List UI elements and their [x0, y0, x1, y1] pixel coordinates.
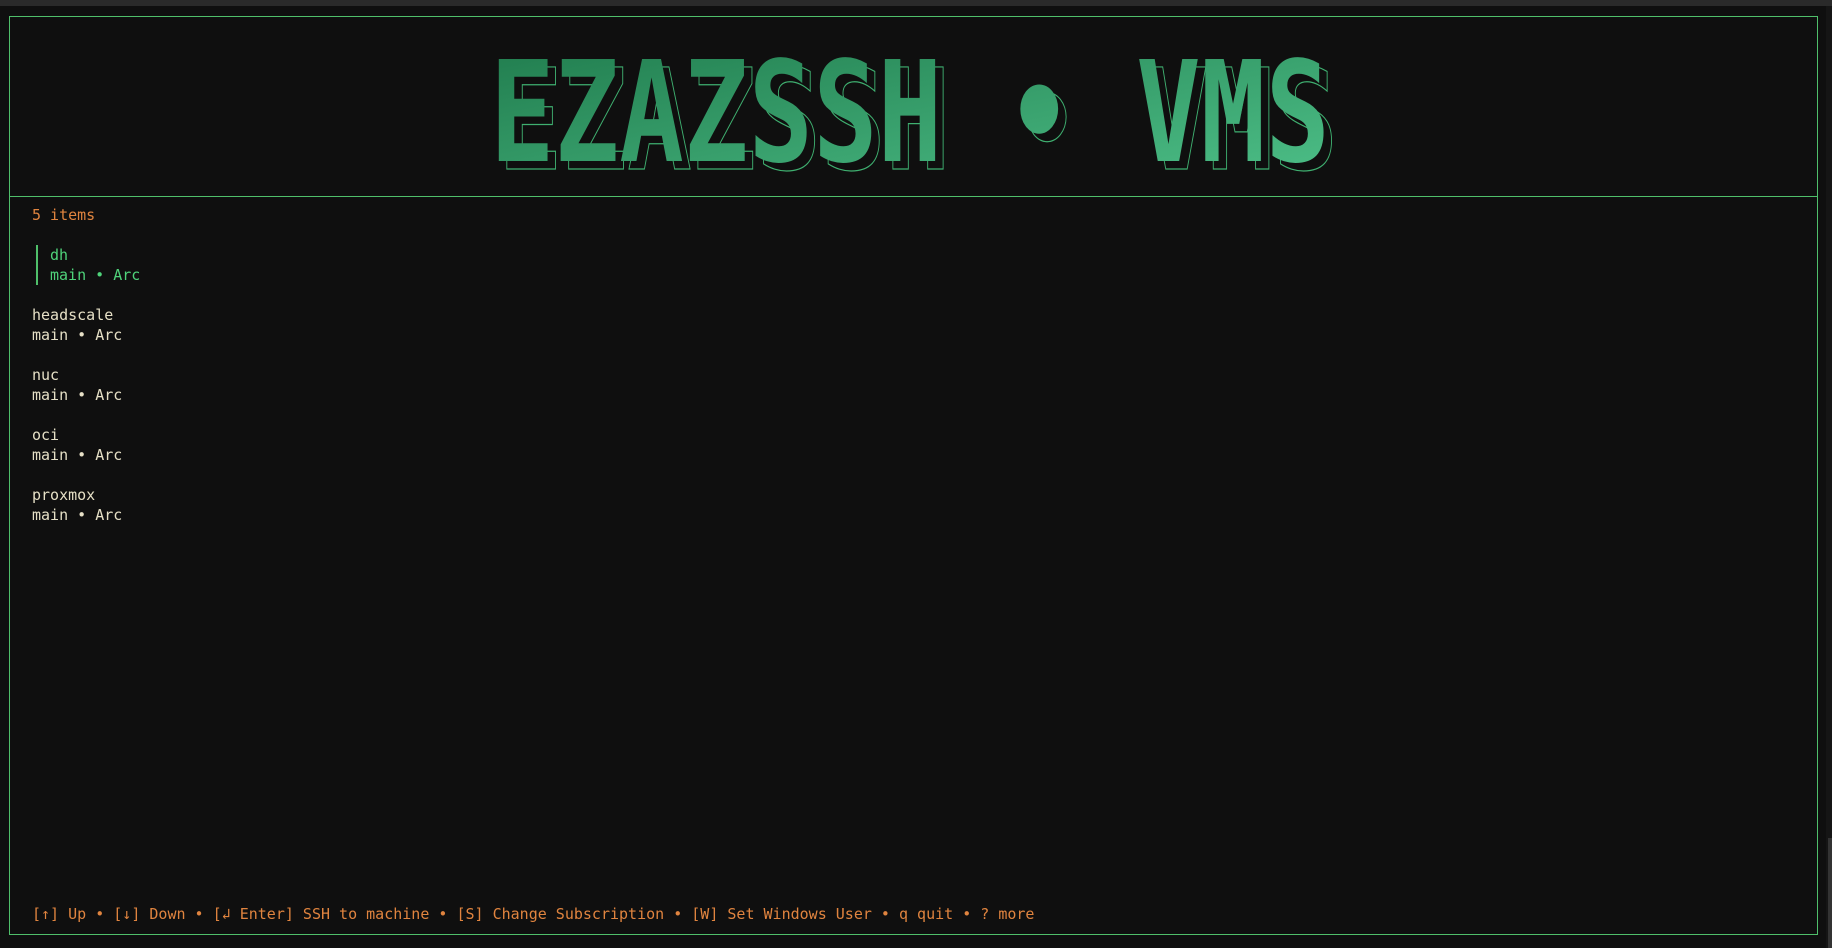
item-detail: main • Arc	[32, 506, 123, 524]
app-frame: EZAZSSH • VMS EZAZSSH • VMS 5 items dh m…	[9, 16, 1818, 935]
help-windows-user: [W] Set Windows User	[691, 905, 872, 923]
help-down: [↓] Down	[113, 905, 186, 923]
item-name: proxmox	[32, 486, 96, 504]
item-detail: main • Arc	[32, 386, 123, 404]
item-name: headscale	[32, 306, 114, 324]
list-item-proxmox[interactable]: proxmox main • Arc	[32, 485, 1817, 525]
separator: •	[664, 905, 692, 923]
list-item-dh[interactable]: dh main • Arc	[36, 245, 1817, 285]
help-more: ? more	[980, 905, 1035, 923]
keybinding-help: [↑] Up • [↓] Down • [↲ Enter] SSH to mac…	[32, 904, 1034, 924]
help-enter: [↲ Enter] SSH to machine	[212, 905, 430, 923]
help-subscription: [S] Change Subscription	[456, 905, 665, 923]
item-detail: main • Arc	[32, 326, 123, 344]
item-detail: main • Arc	[50, 266, 141, 284]
item-detail: main • Arc	[32, 446, 123, 464]
separator: •	[953, 905, 981, 923]
item-name: dh	[50, 246, 69, 264]
machine-list-panel: 5 items dh main • Arc headscale main • A…	[32, 205, 1817, 874]
scrollbar-thumb[interactable]	[1828, 838, 1832, 948]
item-name: nuc	[32, 366, 60, 384]
help-quit: q quit	[899, 905, 954, 923]
separator: •	[429, 905, 457, 923]
separator: •	[871, 905, 899, 923]
machine-list: dh main • Arc headscale main • Arc nuc m…	[32, 245, 1817, 525]
list-item-headscale[interactable]: headscale main • Arc	[32, 305, 1817, 345]
logo-fill: EZAZSSH • VMS	[490, 43, 1330, 183]
list-item-nuc[interactable]: nuc main • Arc	[32, 365, 1817, 405]
help-up: [↑] Up	[32, 905, 87, 923]
separator: •	[86, 905, 114, 923]
item-count: 5 items	[32, 206, 96, 224]
separator: •	[185, 905, 213, 923]
window-top-strip	[0, 0, 1832, 6]
header: EZAZSSH • VMS EZAZSSH • VMS	[10, 17, 1817, 197]
item-name: oci	[32, 426, 60, 444]
app-logo: EZAZSSH • VMS EZAZSSH • VMS	[490, 43, 1339, 183]
scrollbar[interactable]	[1826, 6, 1832, 948]
list-item-oci[interactable]: oci main • Arc	[32, 425, 1817, 465]
